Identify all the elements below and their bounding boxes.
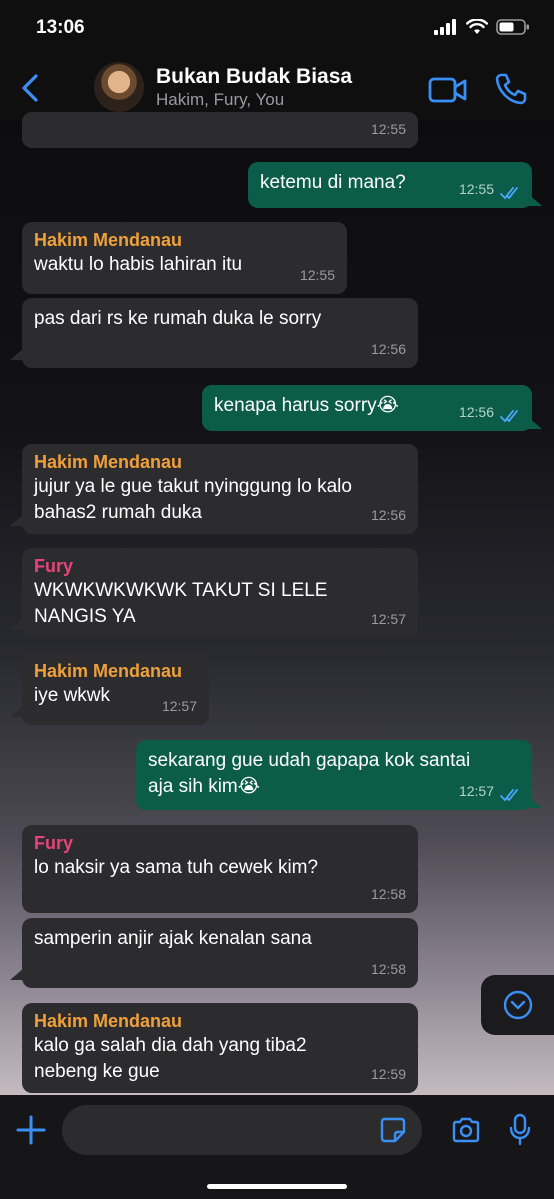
bubble-tail — [528, 415, 542, 429]
plus-icon[interactable] — [16, 1115, 46, 1145]
mic-icon[interactable] — [508, 1113, 532, 1147]
message-time: 12:59 — [370, 1066, 406, 1082]
message-incoming[interactable]: samperin anjir ajak kenalan sana 12:58 — [22, 918, 418, 988]
sticker-icon[interactable] — [380, 1117, 406, 1143]
sender-name[interactable]: Hakim Mendanau — [34, 659, 197, 683]
message-time: 12:58 — [370, 961, 406, 977]
home-indicator[interactable] — [207, 1184, 347, 1189]
status-bar: 13:06 — [0, 0, 554, 56]
read-ticks-icon — [500, 410, 518, 423]
message-incoming[interactable]: Hakim Mendanau iye wkwk 12:57 — [22, 653, 209, 725]
sender-name[interactable]: Hakim Mendanau — [34, 450, 406, 474]
message-text: pas dari rs ke rumah duka le sorry — [34, 308, 322, 329]
message-outgoing[interactable]: sekarang gue udah gapapa kok santai aja … — [136, 740, 532, 810]
battery-icon — [496, 19, 529, 35]
message-incoming[interactable]: Fury WKWKWKWKWK TAKUT SI LELE NANGIS YA … — [22, 548, 418, 638]
bubble-tail — [10, 512, 24, 526]
message-time: 12:55 — [370, 121, 406, 137]
message-time: 12:55 — [458, 181, 494, 197]
message-time: 12:56 — [370, 341, 406, 357]
sender-name[interactable]: Fury — [34, 831, 406, 855]
scroll-to-bottom-button[interactable] — [481, 975, 554, 1035]
message-time: 12:58 — [370, 886, 406, 902]
chat-header: Bukan Budak Biasa Hakim, Fury, You — [0, 56, 554, 120]
message-text: WKWKWKWKWK TAKUT SI LELE NANGIS YA — [34, 580, 328, 627]
message-incoming[interactable]: 12:55 — [22, 112, 418, 148]
message-incoming[interactable]: Fury lo naksir ya sama tuh cewek kim? 12… — [22, 825, 418, 913]
composer-bar — [0, 1095, 554, 1199]
bubble-tail — [10, 616, 24, 630]
message-text: samperin anjir ajak kenalan sana — [34, 928, 312, 949]
sender-name[interactable]: Hakim Mendanau — [34, 228, 335, 252]
chat-title[interactable]: Bukan Budak Biasa — [156, 65, 352, 89]
message-text: jujur ya le gue takut nyinggung lo kalo … — [34, 476, 352, 523]
back-chevron-icon[interactable] — [18, 72, 44, 104]
camera-icon[interactable] — [451, 1117, 481, 1143]
message-input[interactable] — [62, 1105, 422, 1155]
bubble-tail — [10, 703, 24, 717]
scroll-down-icon — [503, 990, 532, 1020]
read-ticks-icon — [500, 789, 518, 802]
message-time: 12:55 — [299, 267, 335, 283]
signal-icon — [434, 19, 456, 35]
sender-name[interactable]: Hakim Mendanau — [34, 1009, 406, 1033]
voice-call-icon[interactable] — [494, 72, 528, 106]
bubble-tail — [528, 794, 542, 808]
message-outgoing[interactable]: kenapa harus sorry😭 12:56 — [202, 385, 532, 431]
message-incoming[interactable]: Hakim Mendanau kalo ga salah dia dah yan… — [22, 1003, 418, 1093]
message-outgoing[interactable]: ketemu di mana? 12:55 — [248, 162, 532, 208]
message-incoming[interactable]: Hakim Mendanau waktu lo habis lahiran it… — [22, 222, 347, 294]
video-call-icon[interactable] — [428, 76, 468, 104]
message-time: 12:57 — [161, 698, 197, 714]
bubble-tail — [10, 346, 24, 360]
read-ticks-icon — [500, 187, 518, 200]
message-text: kalo ga salah dia dah yang tiba2 nebeng … — [34, 1035, 307, 1082]
message-text: waktu lo habis lahiran itu — [34, 254, 243, 275]
bubble-tail — [528, 192, 542, 206]
status-icons — [434, 19, 530, 35]
bubble-tail — [10, 966, 24, 980]
message-time: 12:56 — [458, 404, 494, 420]
message-incoming[interactable]: pas dari rs ke rumah duka le sorry 12:56 — [22, 298, 418, 368]
wifi-icon — [466, 19, 488, 34]
message-incoming[interactable]: Hakim Mendanau jujur ya le gue takut nyi… — [22, 444, 418, 534]
chat-participants[interactable]: Hakim, Fury, You — [156, 90, 284, 110]
message-text: lo naksir ya sama tuh cewek kim? — [34, 857, 319, 878]
message-time: 12:57 — [458, 783, 494, 799]
sender-name[interactable]: Fury — [34, 554, 406, 578]
message-time: 12:57 — [370, 611, 406, 627]
message-time: 12:56 — [370, 507, 406, 523]
group-avatar[interactable] — [94, 62, 144, 112]
status-time: 13:06 — [36, 17, 85, 38]
